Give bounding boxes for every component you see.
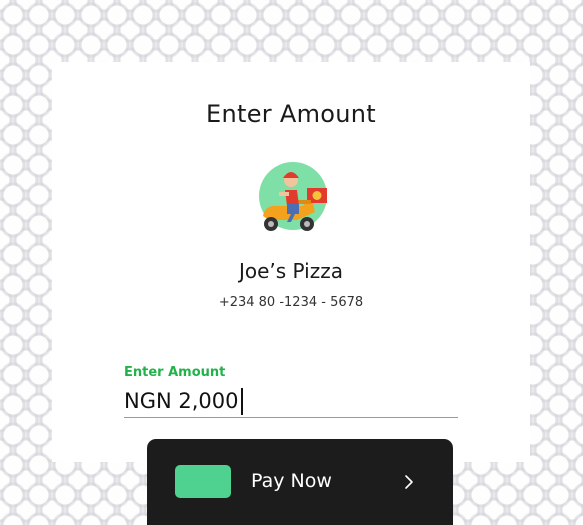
delivery-scooter-icon	[257, 160, 329, 234]
page-title: Enter Amount	[206, 100, 376, 128]
payment-card: Enter Amount Joe’s Pizza +234 80 -1234 -…	[52, 62, 530, 462]
pay-now-label: Pay Now	[251, 470, 332, 492]
amount-field-label: Enter Amount	[124, 365, 226, 380]
merchant-name: Joe’s Pizza	[238, 259, 343, 283]
amount-input[interactable]: NGN 2,000	[124, 385, 458, 418]
text-caret	[240, 387, 243, 415]
pay-now-button[interactable]: Pay Now	[147, 439, 453, 525]
merchant-phone: +234 80 -1234 - 5678	[218, 295, 364, 310]
amount-input-value: NGN 2,000	[124, 389, 239, 413]
payment-card-swatch-icon	[175, 465, 231, 498]
chevron-right-icon	[401, 471, 417, 493]
